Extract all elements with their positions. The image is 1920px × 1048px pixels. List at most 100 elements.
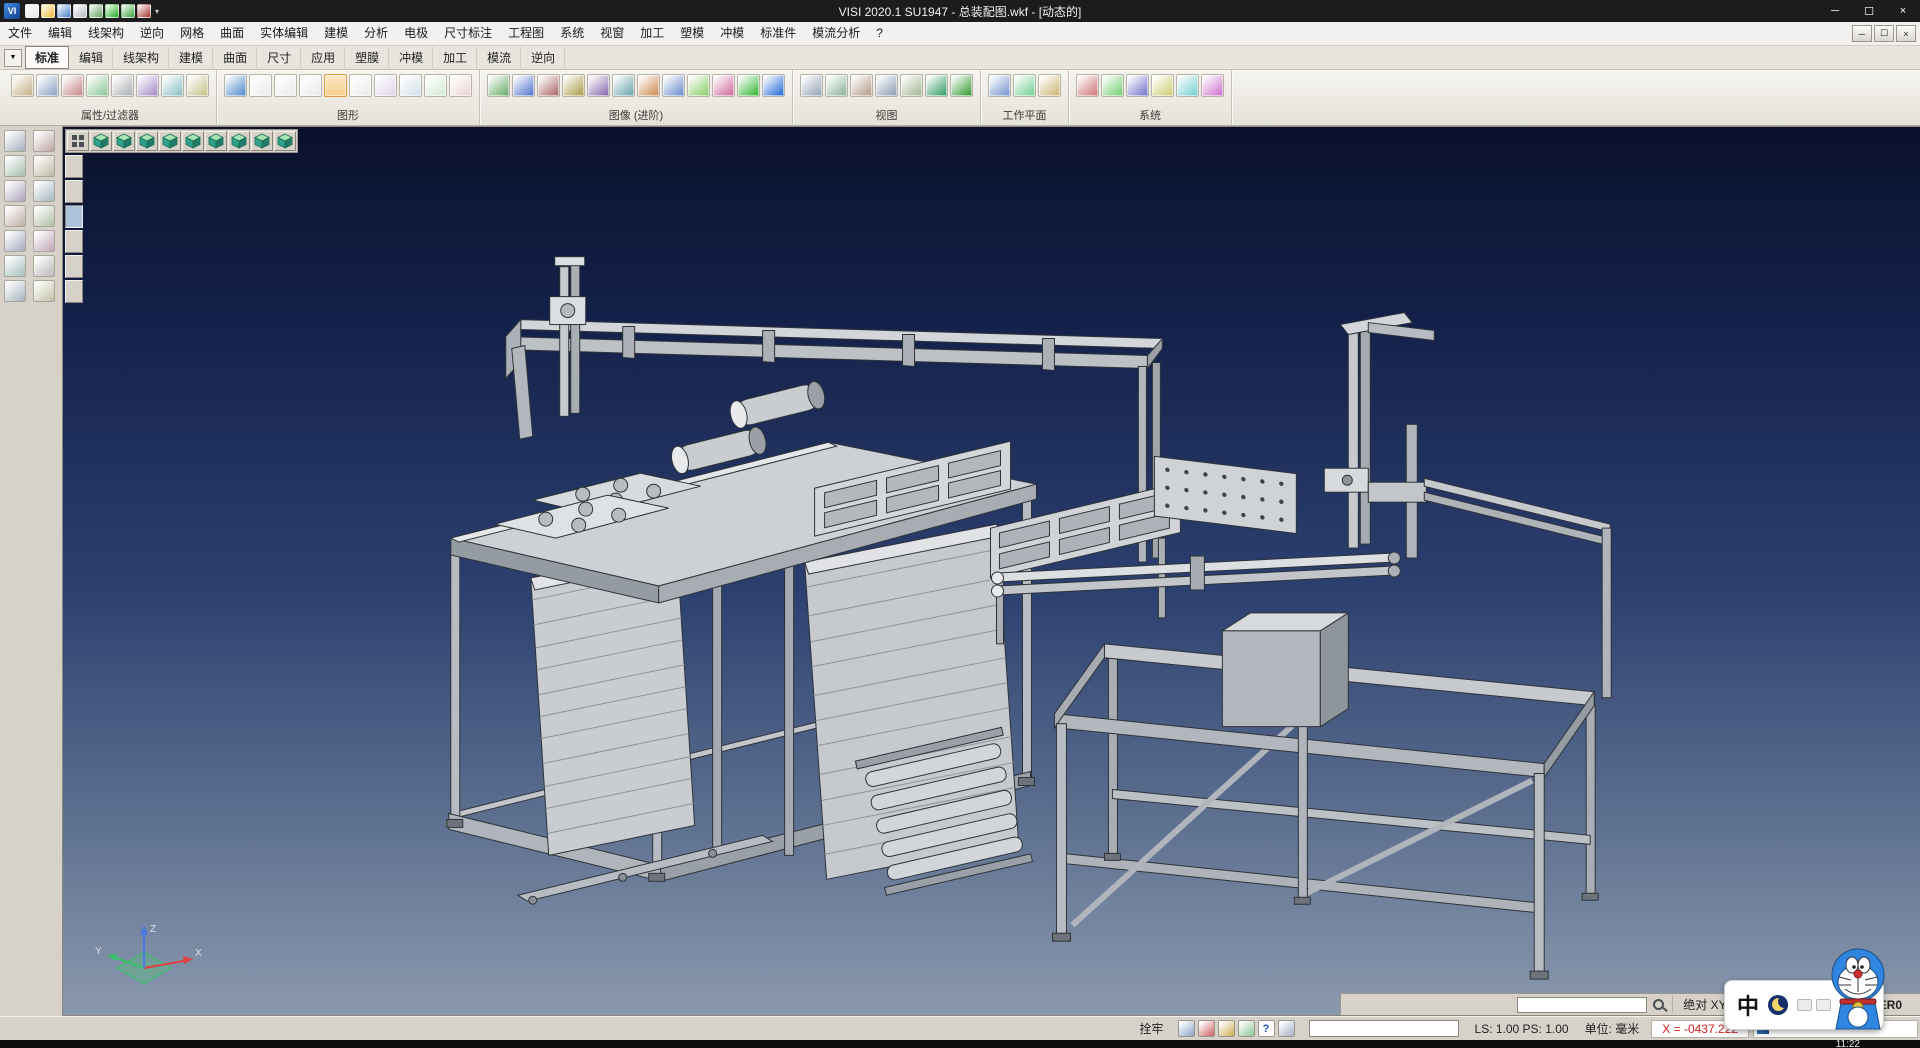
mirror-icon[interactable] [33,205,55,227]
view-right-button[interactable] [182,131,204,151]
palette-icon[interactable] [1101,74,1124,97]
maximize-button[interactable]: ☐ [1852,0,1886,22]
undo-icon[interactable] [89,4,103,18]
trim-icon[interactable] [33,230,55,252]
layer-barrel-4-icon[interactable] [324,74,347,97]
ime-mode-indicator[interactable]: 中 [1737,989,1759,1021]
search-icon[interactable] [1653,999,1664,1010]
autosave-status-icon[interactable] [1178,1020,1195,1037]
regen-icon[interactable] [224,74,247,97]
layer-barrel-2-icon[interactable] [274,74,297,97]
snap-lock-toggle[interactable]: 拴牢 [1132,1020,1172,1037]
sphere-blue-icon[interactable] [762,74,785,97]
layer-barrel-3-icon[interactable] [299,74,322,97]
save-icon[interactable] [57,4,71,18]
layer-filter-icon[interactable] [86,74,109,97]
minimize-button[interactable]: ─ [1818,0,1852,22]
sketch-icon[interactable] [33,155,55,177]
system-config-icon[interactable] [1201,74,1224,97]
menu-item[interactable]: 电极 [396,22,436,45]
zoom-out-icon[interactable] [875,74,898,97]
pan-icon[interactable] [4,155,26,177]
filter-icon[interactable] [36,74,59,97]
layer-status-icon[interactable] [1278,1020,1295,1037]
menu-item[interactable]: 工程图 [500,22,552,45]
view-front-button[interactable] [113,131,135,151]
ribbon-tab[interactable]: 塑膜 [345,46,389,69]
reset-filter-icon[interactable] [186,74,209,97]
viewport-canvas[interactable]: X Y Z 绝对 XY 上视图 绝对视图 LAYER0 [62,126,1920,1016]
ribbon-tab[interactable]: 标准 [25,46,69,69]
refresh-view-icon[interactable] [950,74,973,97]
help-status-icon[interactable]: ? [1258,1020,1275,1037]
menu-item[interactable]: 冲模 [712,22,752,45]
menu-item[interactable]: 文件 [0,22,40,45]
menu-item[interactable]: 线架构 [80,22,132,45]
ribbon-tab[interactable]: 建模 [169,46,213,69]
wireframe-icon[interactable] [487,74,510,97]
texture-icon[interactable] [587,74,610,97]
view-left-button[interactable] [159,131,181,151]
snap-status-icon[interactable] [1218,1020,1235,1037]
doc-minimize-button[interactable]: ─ [1852,25,1872,42]
layer-new-icon[interactable] [374,74,397,97]
rendered-icon[interactable] [562,74,585,97]
zoom-window-icon[interactable] [825,74,848,97]
pan-view-icon[interactable] [900,74,923,97]
doc-close-button[interactable]: × [1896,25,1916,42]
print-small-icon[interactable] [33,255,55,277]
menu-item[interactable]: 分析 [356,22,396,45]
ribbon-tab[interactable]: 编辑 [69,46,113,69]
background-icon[interactable] [662,74,685,97]
ribbon-tab[interactable]: 应用 [301,46,345,69]
layer-barrel-5-icon[interactable] [349,74,372,97]
command-input[interactable] [1309,1020,1459,1037]
layer-delete-icon[interactable] [449,74,472,97]
ribbon-tab[interactable]: 加工 [433,46,477,69]
menu-item[interactable]: 塑模 [672,22,712,45]
layers-small-icon[interactable] [4,280,26,302]
snap-config-icon[interactable] [1151,74,1174,97]
ribbon-tab[interactable]: 尺寸 [257,46,301,69]
keyboard-icon[interactable] [1797,999,1812,1011]
dock-handle-5[interactable] [65,255,83,278]
view-axonometric-button[interactable] [251,131,273,151]
dock-handle-3[interactable] [65,205,83,228]
menu-item[interactable]: 视窗 [592,22,632,45]
close-button[interactable]: × [1886,0,1920,22]
rotate-view-icon[interactable] [925,74,948,97]
reflection-icon[interactable] [712,74,735,97]
sphere-green-icon[interactable] [737,74,760,97]
view-search-input[interactable] [1517,997,1647,1013]
grid-config-icon[interactable] [1126,74,1149,97]
ribbon-tab[interactable]: 曲面 [213,46,257,69]
menu-item[interactable]: 建模 [316,22,356,45]
view-back-button[interactable] [136,131,158,151]
offset-icon[interactable] [4,230,26,252]
ribbon-tab[interactable]: 线架构 [113,46,169,69]
workplane-align-icon[interactable] [1038,74,1061,97]
snapshot-icon[interactable] [121,4,135,18]
menu-item[interactable]: 编辑 [40,22,80,45]
record-status-icon[interactable] [1198,1020,1215,1037]
shaded-icon[interactable] [537,74,560,97]
doc-restore-button[interactable]: ☐ [1874,25,1894,42]
mask-icon[interactable] [136,74,159,97]
grid-status-icon[interactable] [1238,1020,1255,1037]
zoom-all-icon[interactable] [800,74,823,97]
view-list-button[interactable] [67,131,89,151]
notes-icon[interactable] [33,280,55,302]
menu-item[interactable]: 尺寸标注 [436,22,500,45]
dimension-icon[interactable] [4,255,26,277]
dock-handle-4[interactable] [65,230,83,253]
dock-handle-1[interactable] [65,155,83,178]
moon-mode-icon[interactable] [1768,995,1788,1015]
menu-item[interactable]: 网格 [172,22,212,45]
menu-item[interactable]: 逆向 [132,22,172,45]
view-bottom-button[interactable] [228,131,250,151]
ribbon-tab[interactable]: 模流 [477,46,521,69]
color-filter-icon[interactable] [61,74,84,97]
attributes-icon[interactable] [11,74,34,97]
dock-handle-2[interactable] [65,180,83,203]
ribbon-tab[interactable]: 逆向 [521,46,565,69]
